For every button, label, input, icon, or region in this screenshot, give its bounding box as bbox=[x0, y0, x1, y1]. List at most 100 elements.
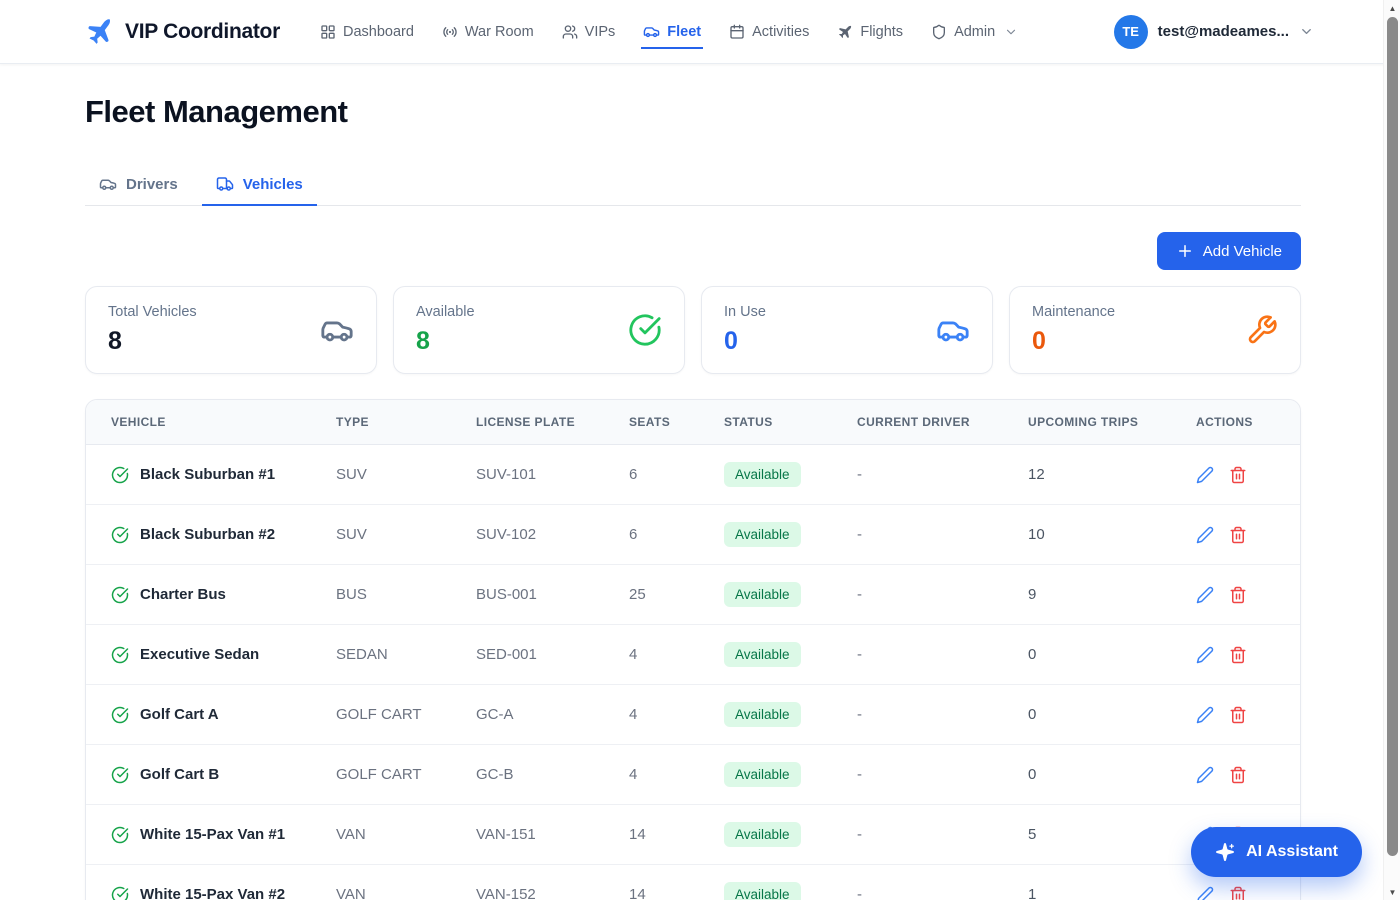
scroll-down-arrow[interactable]: ▼ bbox=[1384, 884, 1400, 900]
nav-item-war-room[interactable]: War Room bbox=[440, 15, 536, 49]
nav-label: Fleet bbox=[667, 24, 701, 40]
add-vehicle-button[interactable]: Add Vehicle bbox=[1157, 232, 1301, 270]
edit-button[interactable] bbox=[1196, 586, 1214, 604]
vehicles-table-card: VEHICLE TYPE LICENSE PLATE SEATS STATUS … bbox=[85, 399, 1301, 900]
status-badge: Available bbox=[724, 582, 801, 607]
tab-drivers[interactable]: Drivers bbox=[85, 164, 192, 206]
seats: 6 bbox=[629, 445, 724, 505]
main-content: Fleet Management Drivers Vehicles Add Ve… bbox=[85, 94, 1301, 900]
vehicle-type: GOLF CART bbox=[336, 745, 476, 805]
vehicle-name: Golf Cart B bbox=[140, 766, 219, 783]
edit-button[interactable] bbox=[1196, 706, 1214, 724]
scrollbar-thumb[interactable] bbox=[1387, 17, 1398, 856]
seats: 4 bbox=[629, 745, 724, 805]
nav-item-admin[interactable]: Admin bbox=[929, 15, 1020, 49]
stat-value: 0 bbox=[724, 327, 766, 356]
table-row: Golf Cart B GOLF CART GC-B 4 Available -… bbox=[86, 745, 1301, 805]
edit-button[interactable] bbox=[1196, 646, 1214, 664]
delete-button[interactable] bbox=[1229, 586, 1247, 604]
upcoming-trips: 0 bbox=[1028, 685, 1196, 745]
truck-icon bbox=[216, 175, 234, 193]
license-plate: SED-001 bbox=[476, 625, 629, 685]
check-circle-icon bbox=[111, 706, 129, 724]
stat-card-maintenance: Maintenance 0 bbox=[1009, 286, 1301, 374]
edit-button[interactable] bbox=[1196, 526, 1214, 544]
edit-button[interactable] bbox=[1196, 766, 1214, 784]
status-badge: Available bbox=[724, 642, 801, 667]
fleet-tabs: Drivers Vehicles bbox=[85, 164, 1301, 206]
vehicle-name: Charter Bus bbox=[140, 586, 226, 603]
edit-button[interactable] bbox=[1196, 466, 1214, 484]
tab-label: Vehicles bbox=[243, 176, 303, 193]
nav-item-flights[interactable]: Flights bbox=[835, 15, 905, 49]
license-plate: SUV-101 bbox=[476, 445, 629, 505]
vehicle-name: Black Suburban #1 bbox=[140, 466, 275, 483]
stat-value: 8 bbox=[416, 327, 475, 356]
user-menu[interactable]: TE test@madeames... bbox=[1114, 15, 1370, 49]
current-driver: - bbox=[857, 685, 1028, 745]
delete-button[interactable] bbox=[1229, 706, 1247, 724]
current-driver: - bbox=[857, 745, 1028, 805]
delete-button[interactable] bbox=[1229, 886, 1247, 900]
col-license-plate: LICENSE PLATE bbox=[476, 400, 629, 445]
vehicle-type: BUS bbox=[336, 565, 476, 625]
vertical-scrollbar[interactable]: ▲ ▼ bbox=[1383, 0, 1400, 900]
ai-assistant-button[interactable]: AI Assistant bbox=[1191, 827, 1362, 877]
check-circle-icon bbox=[111, 526, 129, 544]
table-row: Black Suburban #1 SUV SUV-101 6 Availabl… bbox=[86, 445, 1301, 505]
stat-card-in-use: In Use 0 bbox=[701, 286, 993, 374]
stat-label: Total Vehicles bbox=[108, 304, 197, 320]
col-actions: ACTIONS bbox=[1196, 400, 1301, 445]
nav-label: Dashboard bbox=[343, 24, 414, 40]
vehicle-name: White 15-Pax Van #1 bbox=[140, 826, 285, 843]
tab-vehicles[interactable]: Vehicles bbox=[202, 164, 317, 206]
nav-item-dashboard[interactable]: Dashboard bbox=[318, 15, 416, 49]
license-plate: VAN-151 bbox=[476, 805, 629, 865]
car-icon bbox=[643, 23, 660, 40]
current-driver: - bbox=[857, 565, 1028, 625]
table-row: Executive Sedan SEDAN SED-001 4 Availabl… bbox=[86, 625, 1301, 685]
delete-button[interactable] bbox=[1229, 466, 1247, 484]
current-driver: - bbox=[857, 445, 1028, 505]
nav-item-fleet[interactable]: Fleet bbox=[641, 14, 703, 49]
vehicle-name: Black Suburban #2 bbox=[140, 526, 275, 543]
check-circle-icon bbox=[111, 886, 129, 900]
toolbar: Add Vehicle bbox=[85, 232, 1301, 270]
nav-item-activities[interactable]: Activities bbox=[727, 15, 811, 49]
status-badge: Available bbox=[724, 882, 801, 900]
upcoming-trips: 10 bbox=[1028, 505, 1196, 565]
stats-row: Total Vehicles 8 Available 8 In Use 0 bbox=[85, 286, 1301, 374]
stat-label: Maintenance bbox=[1032, 304, 1115, 320]
calendar-icon bbox=[729, 24, 745, 40]
status-badge: Available bbox=[724, 762, 801, 787]
edit-button[interactable] bbox=[1196, 886, 1214, 900]
status-badge: Available bbox=[724, 702, 801, 727]
car-icon bbox=[99, 175, 117, 193]
nav-item-vips[interactable]: VIPs bbox=[560, 15, 618, 49]
brand[interactable]: VIP Coordinator bbox=[85, 17, 280, 47]
seats: 6 bbox=[629, 505, 724, 565]
vehicle-type: SEDAN bbox=[336, 625, 476, 685]
nav-label: Activities bbox=[752, 24, 809, 40]
check-circle-icon bbox=[111, 826, 129, 844]
col-current-driver: CURRENT DRIVER bbox=[857, 400, 1028, 445]
col-type: TYPE bbox=[336, 400, 476, 445]
vehicle-type: SUV bbox=[336, 445, 476, 505]
check-circle-icon bbox=[111, 586, 129, 604]
upcoming-trips: 12 bbox=[1028, 445, 1196, 505]
delete-button[interactable] bbox=[1229, 526, 1247, 544]
ai-assistant-label: AI Assistant bbox=[1246, 843, 1338, 861]
vehicle-type: VAN bbox=[336, 805, 476, 865]
current-driver: - bbox=[857, 865, 1028, 900]
current-driver: - bbox=[857, 625, 1028, 685]
delete-button[interactable] bbox=[1229, 766, 1247, 784]
scroll-up-arrow[interactable]: ▲ bbox=[1384, 0, 1400, 16]
table-row: Golf Cart A GOLF CART GC-A 4 Available -… bbox=[86, 685, 1301, 745]
table-row: Black Suburban #2 SUV SUV-102 6 Availabl… bbox=[86, 505, 1301, 565]
stat-card-total-vehicles: Total Vehicles 8 bbox=[85, 286, 377, 374]
wrench-icon bbox=[1246, 314, 1278, 346]
delete-button[interactable] bbox=[1229, 646, 1247, 664]
avatar: TE bbox=[1114, 15, 1148, 49]
vehicle-type: VAN bbox=[336, 865, 476, 900]
license-plate: GC-A bbox=[476, 685, 629, 745]
